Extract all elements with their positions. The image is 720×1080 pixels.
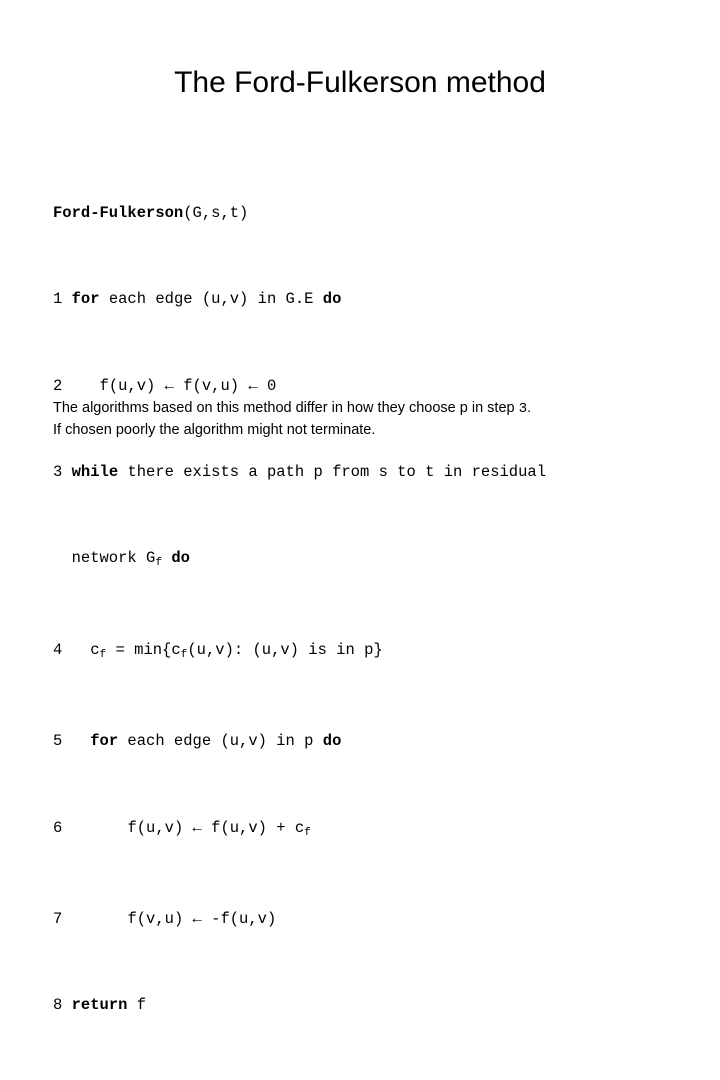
procedure-args: (G,s,t) (183, 203, 249, 222)
keyword-while-3: while (71, 462, 119, 481)
line-number-4: 4 (53, 640, 63, 659)
note-step-number: 3 (518, 401, 528, 417)
line-number-6: 6 (53, 818, 63, 837)
keyword-return-8: return (71, 996, 128, 1015)
line-3-cont-text: network G (53, 549, 156, 568)
line-1-text: each edge (u,v) in G.E (99, 290, 323, 309)
line-number-1: 1 (53, 290, 63, 309)
code-line-3: 3 while there exists a path p from s to … (53, 462, 718, 484)
code-line-signature: Ford-Fulkerson(G,s,t) (53, 203, 718, 225)
code-line-4: 4 cf = min{cf(u,v): (u,v) is in p} (53, 640, 718, 667)
note-line-1-period: . (527, 400, 532, 416)
page-title: The Ford-Fulkerson method (174, 66, 546, 100)
line-4-text-a: c (90, 640, 100, 659)
subscript-f-cf-2: f (180, 648, 188, 661)
keyword-do-3: do (171, 549, 190, 568)
subscript-f-residual: f (155, 557, 163, 570)
notes-block: The algorithms based on this method diff… (53, 398, 693, 441)
code-line-7: 7 f(v,u) ← -f(u,v) (53, 909, 718, 931)
line-number-8: 8 (53, 996, 63, 1015)
note-line-1-text: The algorithms based on this method diff… (53, 400, 519, 416)
line-4-indent (62, 641, 90, 659)
subscript-f-cf-3: f (304, 826, 311, 839)
line-6-indent (62, 819, 127, 837)
line-number-5: 5 (53, 732, 63, 751)
line-6-text: f(u,v) ← f(u,v) + c (127, 818, 305, 837)
code-line-2: 2 f(u,v) ← f(v,u) ← 0 (53, 376, 718, 398)
note-line-1: The algorithms based on this method diff… (53, 398, 693, 420)
line-4-text-b: = min{c (106, 640, 181, 659)
line-4-text-c: (u,v): (u,v) is in p} (187, 640, 383, 659)
slide-canvas: The Ford-Fulkerson method Ford-Fulkerson… (0, 0, 720, 1014)
keyword-for-1: for (71, 290, 100, 309)
line-3-text: there exists a path p from s to t in res… (118, 462, 547, 481)
code-line-3-continuation: network Gf do (53, 548, 718, 575)
code-line-8: 8 return f (53, 995, 718, 1017)
line-7-text: f(v,u) ← -f(u,v) (127, 910, 277, 929)
code-line-6: 6 f(u,v) ← f(u,v) + cf (53, 818, 718, 845)
note-line-2: If chosen poorly the algorithm might not… (53, 422, 376, 438)
code-line-5: 5 for each edge (u,v) in p do (53, 731, 718, 753)
procedure-name: Ford-Fulkerson (53, 203, 184, 222)
line-7-indent (62, 910, 127, 928)
pseudocode-block: Ford-Fulkerson(G,s,t) 1 for each edge (u… (53, 138, 718, 1080)
keyword-for-5: for (90, 732, 119, 751)
line-5-indent (62, 732, 90, 750)
line-5-text: each edge (u,v) in p (118, 732, 323, 751)
line-3-cont-tail (162, 549, 171, 567)
keyword-do-1: do (322, 290, 342, 309)
subscript-f-cf-1: f (99, 648, 107, 661)
keyword-do-5: do (322, 732, 342, 751)
line-8-text: f (127, 996, 147, 1015)
line-number-7: 7 (53, 910, 63, 929)
line-number-3: 3 (53, 462, 63, 481)
line-2-text: f(u,v) ← f(v,u) ← 0 (99, 376, 277, 395)
line-2-indent (62, 377, 99, 395)
line-number-2: 2 (53, 376, 63, 395)
code-line-1: 1 for each edge (u,v) in G.E do (53, 289, 718, 311)
